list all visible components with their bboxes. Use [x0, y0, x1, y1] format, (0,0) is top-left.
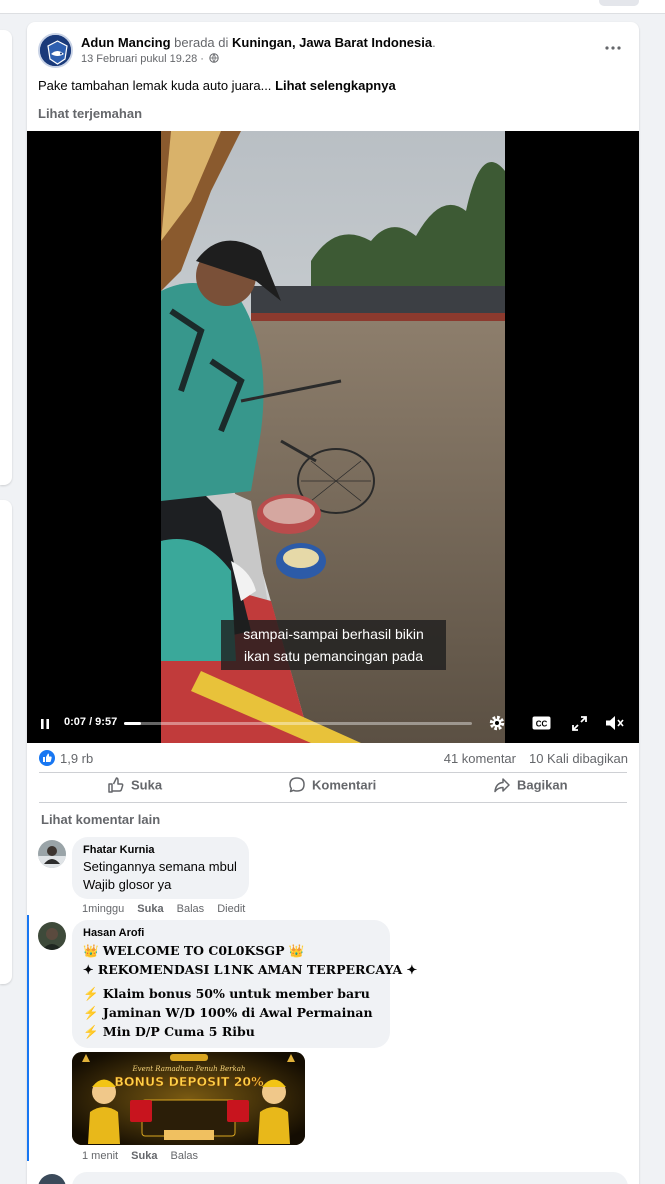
location-prefix: berada di: [174, 35, 229, 50]
post-actions: Suka Komentari Bagikan: [27, 772, 639, 802]
comment-text-line: ⚡ Klaim bonus 50% untuk member baru: [83, 986, 370, 1001]
comment-text-line: Wajib glosor ya: [83, 877, 172, 892]
see-more-link[interactable]: Lihat selengkapnya: [275, 78, 396, 93]
mute-button[interactable]: [605, 715, 625, 736]
pause-icon: [41, 719, 49, 729]
comment-time[interactable]: 1minggu: [82, 903, 124, 915]
view-more-comments-link[interactable]: Lihat komentar lain: [41, 812, 160, 827]
post-body: Pake tambahan lemak kuda auto juara...: [38, 78, 272, 93]
comment-actions: 1 menit Suka Balas: [82, 1150, 208, 1162]
caption-line-2: ikan satu pemancingan pada: [243, 648, 424, 664]
commenter-name[interactable]: Fhatar Kurnia: [83, 843, 238, 858]
video-time: 0:07 / 9:57: [64, 716, 118, 728]
video-caption: sampai-sampai berhasil bikin ikan satu p…: [221, 620, 446, 670]
thumbs-up-icon: [43, 753, 52, 762]
comment-edited-label: Diedit: [217, 903, 246, 915]
settings-button[interactable]: [488, 714, 506, 737]
comment-like-button[interactable]: Suka: [131, 1150, 157, 1162]
comment-label: Komentari: [312, 777, 377, 793]
comment-text-line: ✦ REKOMENDASI L1NK AMAN TERPERCAYA ✦: [83, 962, 418, 977]
more-options-button[interactable]: [601, 36, 625, 60]
left-sidebar-card-2: [0, 500, 12, 984]
commenter-avatar[interactable]: [38, 922, 66, 950]
user-photo-icon: [38, 840, 66, 868]
comment-text-line: ⚡ Min D/P Cuma 5 Ribu: [83, 1024, 255, 1039]
caption-line-1: sampai-sampai berhasil bikin: [243, 626, 424, 642]
comment-reply-button[interactable]: Balas: [177, 903, 205, 915]
closed-captions-icon: CC: [532, 716, 551, 730]
captions-button[interactable]: CC: [532, 716, 551, 735]
svg-text:CC: CC: [536, 720, 548, 729]
left-sidebar-card: [0, 30, 12, 485]
like-label: Suka: [131, 777, 163, 793]
post-stats: 1,9 rb 41 komentar 10 Kali dibagikan: [27, 747, 639, 771]
location-suffix: .: [432, 35, 436, 50]
divider: [39, 802, 627, 803]
like-button[interactable]: Suka: [107, 776, 162, 798]
comment-button[interactable]: Komentari: [288, 776, 376, 798]
comment-attached-image[interactable]: Event Ramadhan Penuh Berkah BONUS DEPOSI…: [72, 1052, 305, 1145]
fullscreen-button[interactable]: [572, 716, 587, 736]
user-photo-icon: [38, 922, 66, 950]
page-avatar[interactable]: [38, 33, 73, 68]
comment-bubble: Fhatar Kurnia Setingannya semana mbul Wa…: [72, 837, 249, 899]
globe-icon: [209, 53, 219, 63]
gear-icon: [489, 715, 505, 731]
comment-time[interactable]: 1 menit: [82, 1150, 118, 1162]
comment-input[interactable]: [72, 1172, 628, 1184]
share-button[interactable]: Bagikan: [493, 776, 568, 798]
see-translation-link[interactable]: Lihat terjemahan: [38, 106, 142, 121]
share-arrow-icon: [494, 778, 510, 793]
post-header: Adun Mancing berada di Kuningan, Jawa Ba…: [27, 22, 639, 72]
thumbs-up-outline-icon: [108, 777, 124, 793]
pause-button[interactable]: [39, 717, 51, 735]
video-progress-fill: [124, 722, 142, 725]
comment-bubble: Hasan Arofi 👑 WELCOME TO C0L0KSGP 👑 ✦ RE…: [72, 920, 418, 1048]
top-bar: [0, 0, 665, 14]
commenter-name[interactable]: Hasan Arofi: [83, 926, 379, 941]
comment-reply-button[interactable]: Balas: [171, 1150, 199, 1162]
share-label: Bagikan: [517, 777, 568, 793]
write-comment-row: [27, 1172, 639, 1184]
volume-muted-icon: [606, 716, 624, 730]
post-meta: 13 Februari pukul 19.28 ·: [81, 53, 219, 65]
top-bar-button[interactable]: [599, 0, 639, 6]
like-reaction-icon[interactable]: [39, 750, 55, 766]
video-player[interactable]: sampai-sampai berhasil bikin ikan satu p…: [27, 131, 639, 743]
post-date[interactable]: 13 Februari pukul 19.28 ·: [81, 53, 204, 65]
location-link[interactable]: Kuningan, Jawa Barat Indonesia: [232, 35, 432, 50]
comment-bubble-icon: [289, 777, 305, 793]
comment-count[interactable]: 41 komentar: [444, 751, 516, 766]
promo-banner-image: Event Ramadhan Penuh Berkah BONUS DEPOSI…: [72, 1052, 305, 1145]
author-line: Adun Mancing berada di Kuningan, Jawa Ba…: [81, 35, 436, 50]
fullscreen-icon: [572, 716, 587, 731]
video-controls: 0:07 / 9:57 CC: [27, 703, 639, 743]
share-count[interactable]: 10 Kali dibagikan: [529, 751, 628, 766]
comment-like-button[interactable]: Suka: [137, 903, 163, 915]
commenter-avatar[interactable]: [38, 840, 66, 868]
author-name[interactable]: Adun Mancing: [81, 35, 171, 50]
post-text: Pake tambahan lemak kuda auto juara... L…: [38, 78, 396, 93]
comment-text-line: Setingannya semana mbul: [83, 859, 237, 874]
video-progress-bar[interactable]: [124, 722, 472, 725]
current-user-avatar[interactable]: [38, 1174, 66, 1184]
comment-text-line: 👑 WELCOME TO C0L0KSGP 👑: [83, 943, 305, 958]
promo-image-title: BONUS DEPOSIT 20%: [114, 1074, 264, 1089]
like-count[interactable]: 1,9 rb: [60, 751, 93, 766]
post-card: Adun Mancing berada di Kuningan, Jawa Ba…: [27, 22, 639, 1184]
comment-actions: 1minggu Suka Balas Diedit: [82, 903, 255, 915]
more-horizontal-icon: [605, 46, 621, 50]
highlight-indicator: [27, 915, 29, 1161]
page-logo-icon: [40, 35, 71, 66]
promo-image-subtitle: Event Ramadhan Penuh Berkah: [132, 1065, 246, 1073]
comment-text-line: ⚡ Jaminan W/D 100% di Awal Permainan: [83, 1005, 373, 1020]
